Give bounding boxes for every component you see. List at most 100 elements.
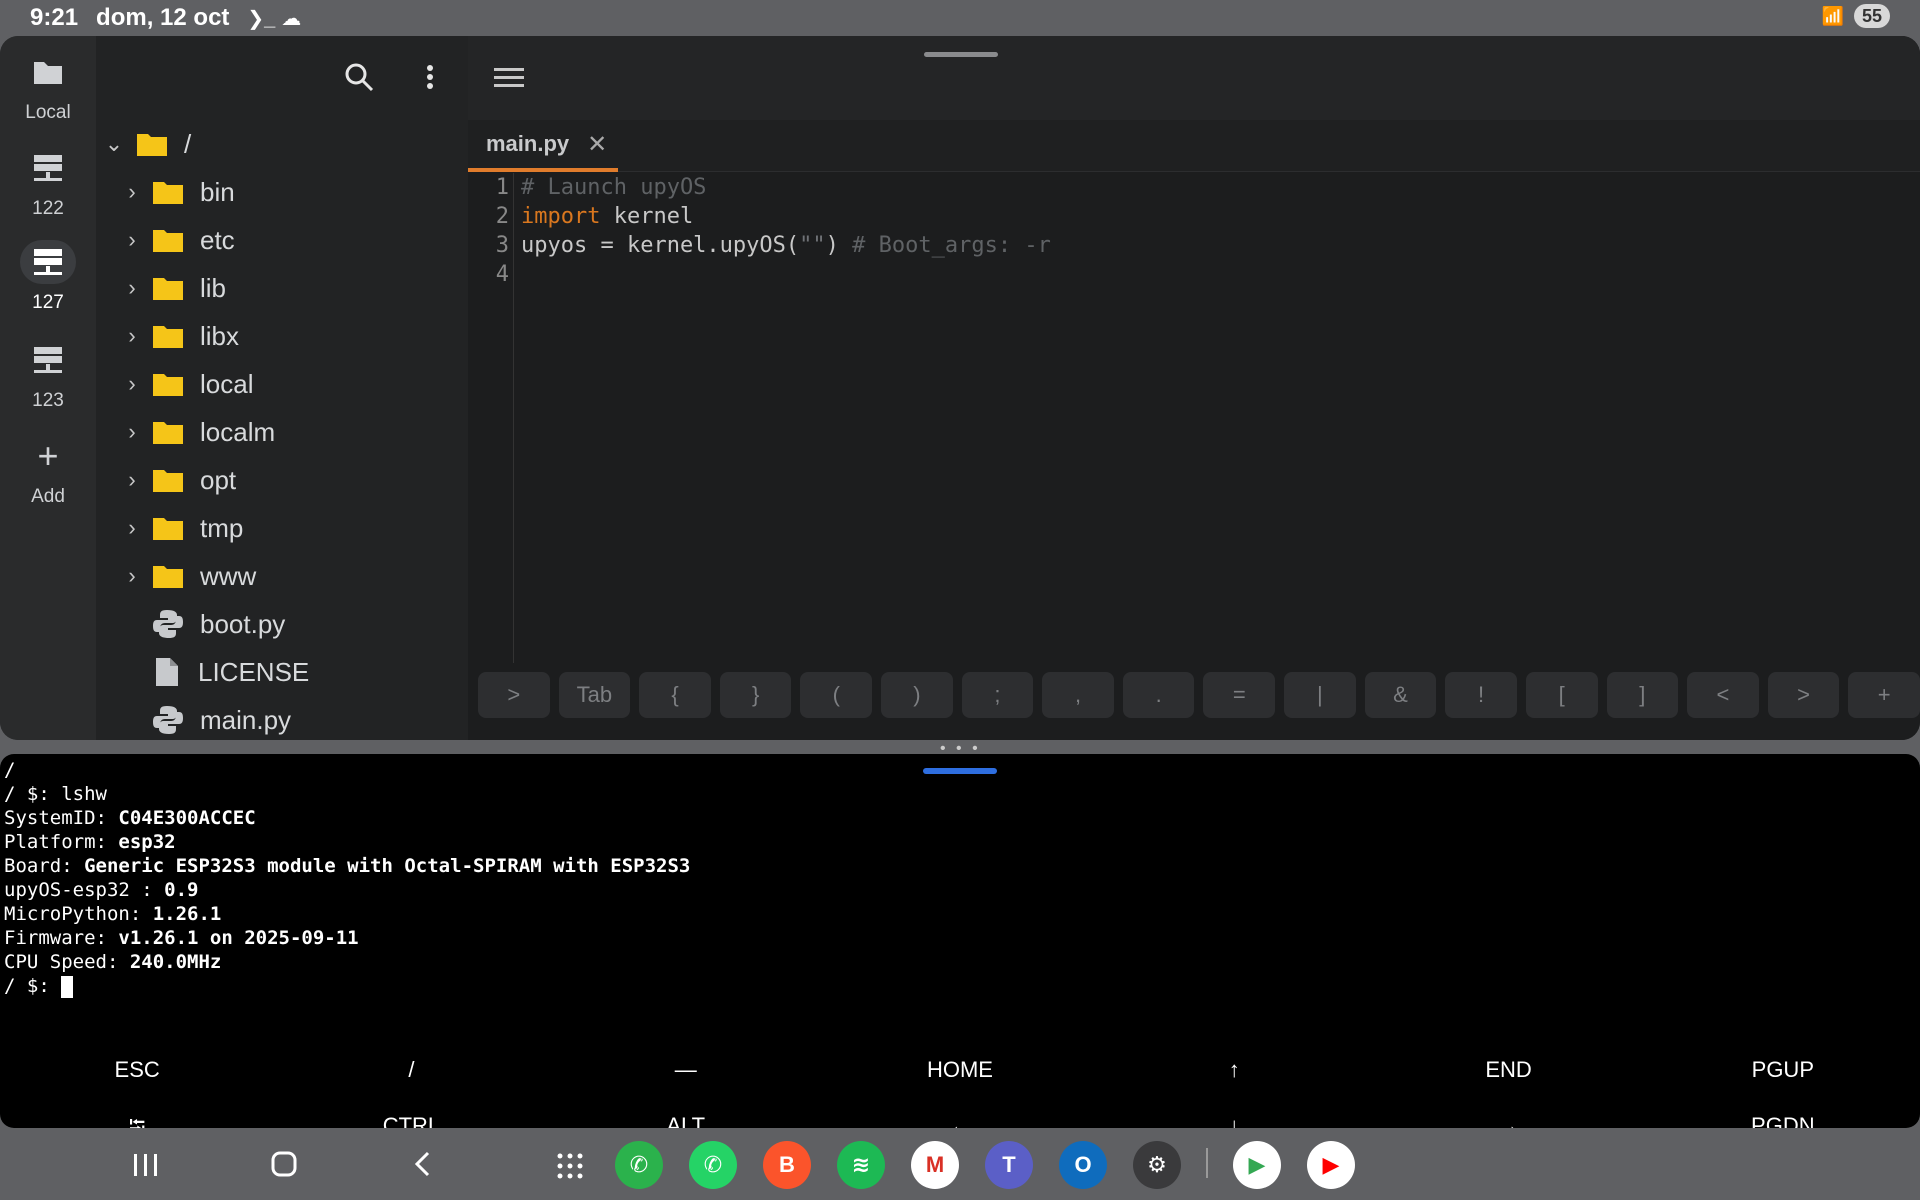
tree-item-opt[interactable]: › opt xyxy=(96,456,468,504)
terminal-key[interactable]: ALT xyxy=(549,1098,823,1128)
outlook-app-icon[interactable]: O xyxy=(1059,1141,1107,1189)
chevron-down-icon: ⌄ xyxy=(104,131,124,156)
editor-key[interactable]: ] xyxy=(1606,672,1679,718)
chevron-right-icon: › xyxy=(128,227,136,252)
editor-key[interactable]: ( xyxy=(800,672,873,718)
code-area[interactable]: 1234 # Launch upyOS import kernel upyos = … xyxy=(468,173,1920,663)
app-drawer-icon[interactable] xyxy=(556,1152,584,1185)
phone-app-icon[interactable]: ✆ xyxy=(615,1141,663,1189)
tree-toolbar xyxy=(96,36,468,120)
back-icon[interactable] xyxy=(412,1150,432,1183)
tree-item-boot-py[interactable]: boot.py xyxy=(96,600,468,648)
editor-key[interactable]: < xyxy=(1687,672,1759,718)
editor-key[interactable]: ) xyxy=(881,672,953,718)
editor-key[interactable]: ; xyxy=(961,672,1034,718)
editor-key-bar: > Tab{}();,. = | &![] < > + xyxy=(468,672,1920,724)
terminal-key[interactable]: ↑ xyxy=(1097,1042,1371,1098)
terminal-key[interactable]: PGUP xyxy=(1646,1042,1920,1098)
play-store-app-icon[interactable]: ▶ xyxy=(1233,1141,1281,1189)
editor-key[interactable]: & xyxy=(1364,672,1437,718)
tree-root[interactable]: ⌄ / xyxy=(96,120,468,168)
folder-icon xyxy=(152,371,184,397)
gmail-app-icon[interactable]: M xyxy=(911,1141,959,1189)
rail-item-122[interactable]: 122 xyxy=(0,146,96,220)
tree-item-license[interactable]: LICENSE xyxy=(96,648,468,696)
tree-item-www[interactable]: › www xyxy=(96,552,468,600)
status-bar: 9:21 dom, 12 oct ❯_ ☁ 📶 55 xyxy=(0,0,1920,36)
terminal-key[interactable]: END xyxy=(1371,1042,1645,1098)
close-icon[interactable]: ✕ xyxy=(587,130,607,159)
spotify-app-icon[interactable]: ≋ xyxy=(837,1141,885,1189)
brave-app-icon[interactable]: B xyxy=(763,1141,811,1189)
rail-item-local[interactable]: Local xyxy=(0,50,96,124)
folder-icon xyxy=(152,563,184,589)
folder-icon xyxy=(152,467,184,493)
cloud-icon: ☁ xyxy=(281,7,302,30)
whatsapp-app-icon[interactable]: ✆ xyxy=(689,1141,737,1189)
tree-item-main-py[interactable]: main.py xyxy=(96,696,468,740)
editor-key[interactable]: [ xyxy=(1525,672,1598,718)
terminal-key[interactable]: ↓ xyxy=(1097,1098,1371,1128)
tree-item-label: lib xyxy=(200,272,227,303)
clock: 9:21 xyxy=(30,4,79,31)
terminal-text: esp32 xyxy=(118,831,176,853)
editor-key[interactable]: , xyxy=(1042,672,1114,718)
terminal-key[interactable]: ESC xyxy=(0,1042,274,1098)
window-drag-handle[interactable] xyxy=(923,768,997,774)
editor-key[interactable]: Tab xyxy=(558,672,631,718)
editor-tabs: main.py ✕ xyxy=(468,120,1920,172)
terminal-text: Firmware: xyxy=(4,927,119,949)
menu-icon[interactable] xyxy=(494,66,524,95)
editor-key[interactable]: > xyxy=(478,672,550,718)
search-icon[interactable] xyxy=(344,62,374,97)
code-token: # Launch upyOS xyxy=(521,175,707,200)
editor-key[interactable]: ! xyxy=(1445,672,1517,718)
tab-main-py[interactable]: main.py ✕ xyxy=(468,120,618,172)
terminal-window[interactable]: / / $: lshw SystemID: C04E300ACCEC Platform… xyxy=(0,754,1920,1128)
tree-item-label: etc xyxy=(200,224,235,255)
terminal-text: CPU Speed: xyxy=(4,951,130,973)
editor-key[interactable]: + xyxy=(1848,672,1920,718)
tree-item-label: libx xyxy=(200,320,240,351)
home-icon[interactable] xyxy=(270,1150,298,1183)
tree-item-libx[interactable]: › libx xyxy=(96,312,468,360)
code-line: upyos = kernel.upyOS("") # Boot_args: -r xyxy=(521,231,1051,260)
chevron-right-icon: › xyxy=(128,563,136,588)
tree-item-local[interactable]: › local xyxy=(96,360,468,408)
teams-app-icon[interactable]: T xyxy=(985,1141,1033,1189)
code-editor: main.py ✕ 1234 # Launch upyOS import kern… xyxy=(468,36,1920,740)
editor-key[interactable]: > xyxy=(1767,672,1840,718)
terminal-key[interactable]: — xyxy=(549,1042,823,1098)
terminal-key[interactable]: HOME xyxy=(823,1042,1097,1098)
code-token: # Boot_args: -r xyxy=(852,233,1051,258)
recent-apps-icon[interactable] xyxy=(132,1152,160,1183)
editor-key[interactable]: | xyxy=(1284,672,1356,718)
more-options-icon[interactable] xyxy=(426,64,434,97)
tree-item-lib[interactable]: › lib xyxy=(96,264,468,312)
terminal-key[interactable]: PGDN xyxy=(1646,1098,1920,1128)
server-icon xyxy=(20,240,76,284)
editor-key[interactable]: } xyxy=(719,672,792,718)
chevron-right-icon: › xyxy=(128,179,136,204)
tree-item-label: LICENSE xyxy=(198,656,310,687)
rail-item-127[interactable]: 127 xyxy=(0,240,96,314)
terminal-key[interactable]: → xyxy=(1371,1098,1645,1128)
youtube-app-icon[interactable]: ▶ xyxy=(1307,1141,1355,1189)
rail-item-add[interactable]: + Add xyxy=(0,434,96,508)
terminal-key[interactable]: CTRL xyxy=(274,1098,548,1128)
terminal-key[interactable]: ⭾ xyxy=(0,1098,274,1128)
rail-item-123[interactable]: 123 xyxy=(0,338,96,412)
terminal-key[interactable]: ← xyxy=(823,1098,1097,1128)
terminal-line: Platform: esp32 xyxy=(4,830,690,854)
tree-item-localm[interactable]: › localm xyxy=(96,408,468,456)
tree-item-tmp[interactable]: › tmp xyxy=(96,504,468,552)
editor-key[interactable]: = xyxy=(1203,672,1276,718)
window-drag-handle[interactable] xyxy=(924,52,998,57)
terminal-key[interactable]: / xyxy=(274,1042,548,1098)
editor-key[interactable]: . xyxy=(1122,672,1195,718)
tree-item-etc[interactable]: › etc xyxy=(96,216,468,264)
editor-key[interactable]: { xyxy=(639,672,711,718)
settings-app-icon[interactable]: ⚙ xyxy=(1133,1141,1181,1189)
tree-item-bin[interactable]: › bin xyxy=(96,168,468,216)
terminal-text: Platform: xyxy=(4,831,119,853)
